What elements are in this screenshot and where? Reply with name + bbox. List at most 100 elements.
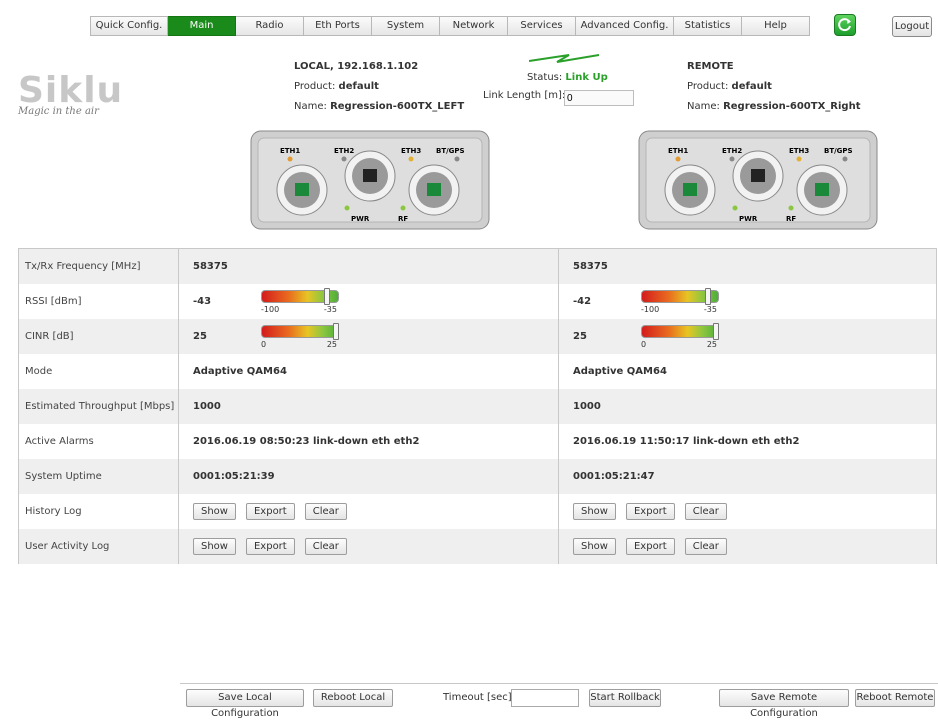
local-name: Name: Regression-600TX_LEFT <box>294 101 465 112</box>
port-label-rf: RF <box>398 215 408 223</box>
meter-min: -100 <box>261 304 280 314</box>
remote-cinr-value: 25 <box>573 331 587 342</box>
refresh-icon <box>838 18 851 32</box>
meter-max: 25 <box>706 339 717 349</box>
local-cinr-meter: 0 25 <box>261 322 341 351</box>
link-status-value: Link Up <box>565 72 608 83</box>
tab-radio[interactable]: Radio <box>236 16 304 36</box>
save-remote-config-button[interactable]: Save Remote Configuration <box>719 689 849 719</box>
meter-min: -100 <box>641 304 660 314</box>
local-mode: Adaptive QAM64 <box>179 354 559 389</box>
local-frequency: 58375 <box>179 249 559 284</box>
remote-product: Product: default <box>687 81 772 92</box>
port-label-eth1: ETH1 <box>668 147 688 155</box>
row-label: Estimated Throughput [Mbps] <box>19 389 179 424</box>
remote-active-alarms: 2016.06.19 11:50:17 link-down eth eth2 <box>573 436 800 447</box>
local-history-show-button[interactable]: Show <box>193 503 236 520</box>
port-label-btgps: BT/GPS <box>824 147 853 155</box>
start-rollback-button[interactable]: Start Rollback <box>589 689 661 707</box>
timeout-label: Timeout [sec]: <box>443 692 516 703</box>
row-label: Mode <box>19 354 179 389</box>
reboot-remote-button[interactable]: Reboot Remote <box>855 689 935 707</box>
remote-cinr: 25 0 25 <box>559 319 936 354</box>
remote-frequency: 58375 <box>573 261 608 272</box>
meter-needle <box>705 287 711 305</box>
row-label: History Log <box>19 494 179 529</box>
link-length-label: Link Length [m]: <box>483 90 566 101</box>
table-row: System Uptime 0001:05:21:39 0001:05:21:4… <box>19 459 936 494</box>
table-row: Mode Adaptive QAM64 Adaptive QAM64 <box>19 354 936 389</box>
meter-min: 0 <box>641 339 647 349</box>
row-label: CINR [dB] <box>19 319 179 354</box>
tab-advanced-config[interactable]: Advanced Config. <box>576 16 674 36</box>
table-row: Tx/Rx Frequency [MHz] 58375 58375 <box>19 249 936 284</box>
tab-system[interactable]: System <box>372 16 440 36</box>
siklu-logo: Siklu Magic in the air <box>18 70 124 118</box>
remote-rssi: -42 -100 -35 <box>559 284 936 319</box>
port-label-eth3: ETH3 <box>401 147 421 155</box>
meter-needle <box>333 322 339 340</box>
timeout-input[interactable] <box>511 689 579 707</box>
row-label: Active Alarms <box>19 424 179 459</box>
local-history-export-button[interactable]: Export <box>245 503 295 520</box>
remote-history-export-button[interactable]: Export <box>625 503 675 520</box>
remote-cinr-meter: 0 25 <box>641 322 721 351</box>
tab-quick-config[interactable]: Quick Config. <box>90 16 168 36</box>
tab-statistics[interactable]: Statistics <box>674 16 742 36</box>
local-cinr: 25 0 25 <box>179 319 559 354</box>
row-label: User Activity Log <box>19 529 179 564</box>
local-history-clear-button[interactable]: Clear <box>304 503 347 520</box>
table-row: RSSI [dBm] -43 -100 -35 -42 -100 -35 <box>19 284 936 319</box>
local-cinr-value: 25 <box>193 331 207 342</box>
tab-services[interactable]: Services <box>508 16 576 36</box>
meter-max: -35 <box>703 304 717 314</box>
remote-title: REMOTE <box>687 61 734 72</box>
remote-history-clear-button[interactable]: Clear <box>684 503 727 520</box>
remote-activity-show-button[interactable]: Show <box>573 538 616 555</box>
local-history-log-actions: Show Export Clear <box>179 494 559 529</box>
local-title: LOCAL, 192.168.1.102 <box>294 61 419 72</box>
local-active-alarms: 2016.06.19 08:50:23 link-down eth eth2 <box>179 424 559 459</box>
local-rssi-value: -43 <box>193 296 212 307</box>
remote-activity-export-button[interactable]: Export <box>625 538 675 555</box>
port-label-pwr: PWR <box>351 215 370 223</box>
local-info: LOCAL, 192.168.1.102 Product: default Na… <box>294 57 464 117</box>
remote-device-image: ETH1 ETH2 ETH3 BT/GPS PWR RF <box>638 130 878 230</box>
tab-eth-ports[interactable]: Eth Ports <box>304 16 372 36</box>
local-activity-log-actions: Show Export Clear <box>179 529 559 564</box>
logo-brand: Siklu <box>18 70 124 111</box>
port-label-eth1: ETH1 <box>280 147 300 155</box>
remote-history-log-actions: Show Export Clear <box>559 494 936 529</box>
meter-needle <box>324 287 330 305</box>
tab-help[interactable]: Help <box>742 16 810 36</box>
local-activity-export-button[interactable]: Export <box>245 538 295 555</box>
reboot-local-button[interactable]: Reboot Local <box>313 689 393 707</box>
remote-activity-log-actions: Show Export Clear <box>559 529 936 564</box>
save-local-config-button[interactable]: Save Local Configuration <box>186 689 304 719</box>
port-label-btgps: BT/GPS <box>436 147 465 155</box>
local-activity-show-button[interactable]: Show <box>193 538 236 555</box>
link-length-input[interactable] <box>564 90 634 106</box>
meter-min: 0 <box>261 339 267 349</box>
meter-needle <box>713 322 719 340</box>
remote-history-show-button[interactable]: Show <box>573 503 616 520</box>
row-label: Tx/Rx Frequency [MHz] <box>19 249 179 284</box>
port-label-eth2: ETH2 <box>722 147 742 155</box>
logout-button[interactable]: Logout <box>892 16 932 37</box>
table-row: History Log Show Export Clear Show Expor… <box>19 494 936 529</box>
local-activity-clear-button[interactable]: Clear <box>304 538 347 555</box>
remote-activity-clear-button[interactable]: Clear <box>684 538 727 555</box>
main-nav: Quick Config. Main Radio Eth Ports Syste… <box>90 16 810 36</box>
local-rssi: -43 -100 -35 <box>179 284 559 319</box>
tab-network[interactable]: Network <box>440 16 508 36</box>
port-label-pwr: PWR <box>739 215 758 223</box>
remote-throughput: 1000 <box>573 401 601 412</box>
row-label: System Uptime <box>19 459 179 494</box>
link-status: Status: Link Up <box>527 72 608 83</box>
tab-main[interactable]: Main <box>168 16 236 36</box>
remote-uptime: 0001:05:21:47 <box>573 471 655 482</box>
remote-name: Name: Regression-600TX_Right <box>687 101 861 112</box>
table-row: CINR [dB] 25 0 25 25 0 25 <box>19 319 936 354</box>
refresh-button[interactable] <box>834 14 856 36</box>
meter-max: 25 <box>326 339 337 349</box>
